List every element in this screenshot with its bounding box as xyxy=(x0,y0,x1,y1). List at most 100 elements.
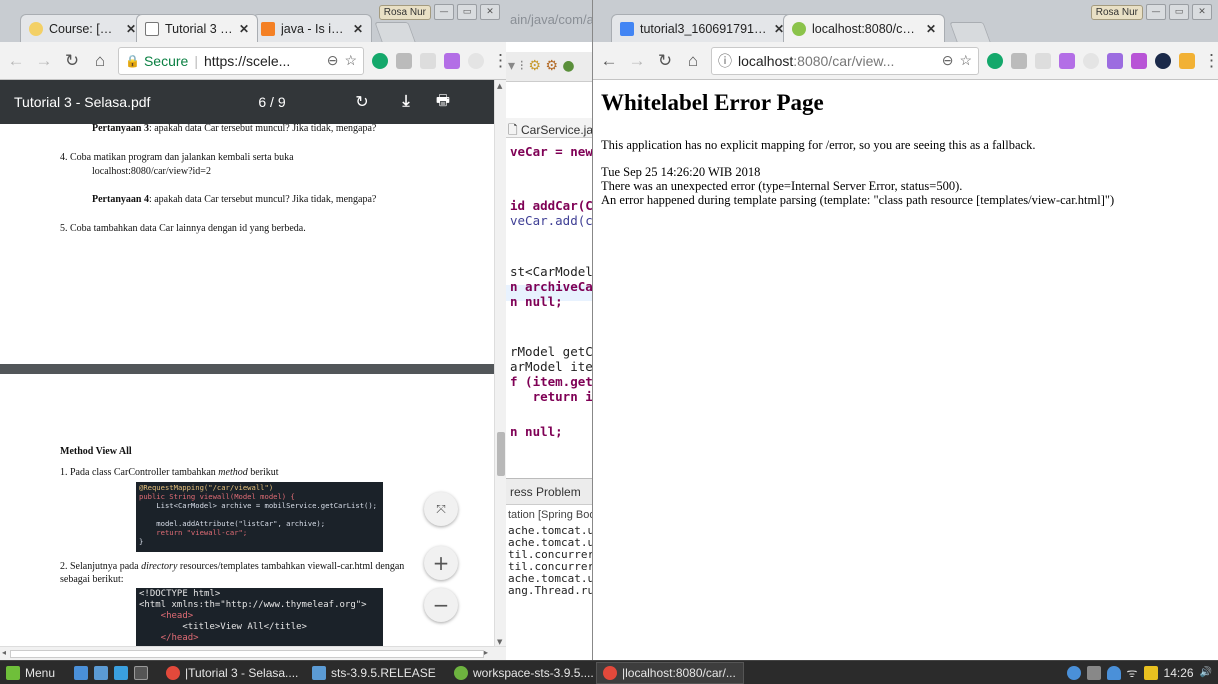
eclipse-toolbar-icons[interactable]: ▾ ⁝ ⚙ ⚙ ● xyxy=(508,58,575,74)
blocked-icon[interactable] xyxy=(1083,52,1099,69)
taskbar-item-pdf[interactable]: |Tutorial 3 - Selasa.... xyxy=(160,662,306,684)
eclipse-editor-tab[interactable]: 🗋 CarService.java xyxy=(506,118,592,138)
step-1-text: 1. Pada class CarController tambahkan me… xyxy=(60,467,279,478)
taskbar-item-sts[interactable]: sts-3.9.5.RELEASE xyxy=(306,662,448,684)
pdf-page: Pertanyaan 3: apakah data Car tersebut m… xyxy=(0,123,494,364)
pocket-icon[interactable] xyxy=(444,52,460,69)
grammarly-icon[interactable] xyxy=(987,52,1003,69)
close-icon[interactable]: ✕ xyxy=(926,22,936,36)
menu-icon[interactable]: ⋮ xyxy=(492,51,506,71)
menu-icon[interactable]: ⋮ xyxy=(1203,51,1218,71)
tab-course[interactable]: Course: [SI.R ✕ xyxy=(20,14,145,42)
tab-localhost[interactable]: localhost:8080/car/view ✕ xyxy=(783,14,945,42)
page-indicator: 6 / 9 xyxy=(258,94,286,110)
zoom-in-button[interactable]: + xyxy=(424,546,458,580)
battery-icon[interactable] xyxy=(1143,665,1158,680)
extension-icon[interactable] xyxy=(1035,52,1051,69)
folder-icon xyxy=(312,665,326,680)
home-icon[interactable]: ⌂ xyxy=(683,51,703,71)
taskbar-item-workspace[interactable]: workspace-sts-3.9.5.... xyxy=(448,662,596,684)
wifi-icon[interactable]: ᯤ xyxy=(1127,664,1138,681)
extension-icon[interactable] xyxy=(420,52,436,69)
audio-extension-icon[interactable] xyxy=(1107,52,1123,69)
close-icon[interactable]: ✕ xyxy=(239,22,249,36)
horizontal-scrollbar[interactable]: ◂ ▸ xyxy=(0,646,506,660)
taskbar-label: |Tutorial 3 - Selasa.... xyxy=(185,665,299,680)
back-icon[interactable]: ← xyxy=(599,51,619,71)
address-bar[interactable]: 🔒 Secure | https://scele... ⊖ ☆ xyxy=(118,46,364,75)
taskbar-item-localhost[interactable]: |localhost:8080/car/... xyxy=(596,661,744,684)
camera-icon[interactable] xyxy=(1011,52,1027,69)
maximize-button[interactable]: ▭ xyxy=(457,4,477,20)
tab-tutorial-pdf[interactable]: Tutorial 3 - S ✕ xyxy=(136,14,258,42)
vpn-icon[interactable] xyxy=(1155,52,1171,69)
tab-stackoverflow[interactable]: java - Is it po ✕ xyxy=(252,14,372,42)
back-icon[interactable]: ← xyxy=(6,51,26,71)
scroll-down-icon[interactable]: ▼ xyxy=(497,638,502,646)
new-tab-button[interactable] xyxy=(374,22,416,42)
url-text: https://scele... xyxy=(203,52,291,69)
new-tab-button[interactable] xyxy=(949,22,991,42)
profile-badge[interactable]: Rosa Nur xyxy=(378,4,431,20)
scroll-up-icon[interactable]: ▲ xyxy=(497,82,502,90)
console-tabs[interactable]: ress Problem xyxy=(506,479,592,505)
chrome-icon xyxy=(603,665,617,680)
maximize-button[interactable]: ▭ xyxy=(1169,4,1189,20)
grammarly-icon[interactable] xyxy=(372,52,388,69)
download-icon[interactable]: ⤓ xyxy=(384,93,428,111)
code-line: <!DOCTYPE html> xyxy=(139,589,221,599)
step-4-url: localhost:8080/car/view?id=2 xyxy=(92,166,211,177)
start-menu-button[interactable]: Menu xyxy=(0,662,68,684)
mint-logo-icon xyxy=(6,665,20,680)
software-icon[interactable] xyxy=(114,665,128,680)
vertical-scrollbar[interactable]: ▲ ▼ xyxy=(494,80,506,648)
volume-icon[interactable]: 🔊 xyxy=(1200,667,1212,678)
left-browser-window: Course: [SI.R ✕ Tutorial 3 - S ✕ java - Is… xyxy=(0,0,506,660)
scrollbar-track[interactable] xyxy=(10,650,484,658)
console-output: ache.tomcat.u ache.tomcat.u til.concurrer t… xyxy=(506,525,592,597)
tab-tutorial-doc[interactable]: tutorial3_1606917916 - ✕ xyxy=(611,14,793,42)
profile-badge[interactable]: Rosa Nur xyxy=(1090,4,1143,20)
home-icon[interactable]: ⌂ xyxy=(90,51,110,71)
code-line: veCar = new xyxy=(510,144,592,159)
left-toolbar: ← → ↻ ⌂ 🔒 Secure | https://scele... ⊖ ☆ … xyxy=(0,42,506,80)
pen-icon[interactable] xyxy=(1131,52,1147,69)
shield-icon[interactable] xyxy=(1066,665,1081,680)
right-browser-window: tutorial3_1606917916 - ✕ localhost:8080/c… xyxy=(592,0,1218,660)
console-header: tation [Spring Boo xyxy=(508,509,592,521)
minimize-button[interactable]: — xyxy=(434,4,454,20)
print-icon[interactable]: 🖶 xyxy=(428,90,458,115)
close-icon[interactable]: ✕ xyxy=(126,22,136,36)
pocket-icon[interactable] xyxy=(1059,52,1075,69)
fit-page-button[interactable]: ⤧ xyxy=(424,492,458,526)
zoom-icon[interactable]: ⊖ xyxy=(942,52,954,69)
folder-icon[interactable] xyxy=(94,665,108,680)
arrow-extension-icon[interactable] xyxy=(1179,52,1195,69)
zoom-icon[interactable]: ⊖ xyxy=(327,52,339,69)
close-window-button[interactable]: ✕ xyxy=(1192,4,1212,20)
star-icon[interactable]: ☆ xyxy=(959,52,972,69)
address-bar[interactable]: ⓘ localhost:8080/car/view... ⊖ ☆ xyxy=(711,46,979,75)
terminal-icon[interactable] xyxy=(134,665,148,680)
rotate-icon[interactable]: ↻ xyxy=(340,92,384,112)
clipboard-icon[interactable] xyxy=(1086,665,1101,680)
scrollbar-thumb[interactable] xyxy=(497,432,505,476)
reload-icon[interactable]: ↻ xyxy=(62,51,82,71)
scroll-right-icon[interactable]: ▸ xyxy=(484,648,488,657)
user-icon[interactable] xyxy=(1106,665,1121,680)
star-icon[interactable]: ☆ xyxy=(344,52,357,69)
close-icon[interactable]: ✕ xyxy=(353,22,363,36)
minimize-button[interactable]: — xyxy=(1146,4,1166,20)
reload-icon[interactable]: ↻ xyxy=(655,51,675,71)
close-window-button[interactable]: ✕ xyxy=(480,4,500,20)
forward-icon[interactable]: → xyxy=(627,51,647,71)
eclipse-path: ain/java/com/a xyxy=(510,12,592,27)
camera-icon[interactable] xyxy=(396,52,412,69)
clock[interactable]: 14:26 xyxy=(1164,666,1194,680)
show-desktop-icon[interactable] xyxy=(74,665,88,680)
scroll-left-icon[interactable]: ◂ xyxy=(2,648,6,657)
zoom-out-button[interactable]: − xyxy=(424,588,458,622)
blocked-icon[interactable] xyxy=(468,52,484,69)
page-gap xyxy=(0,364,494,374)
forward-icon[interactable]: → xyxy=(34,51,54,71)
